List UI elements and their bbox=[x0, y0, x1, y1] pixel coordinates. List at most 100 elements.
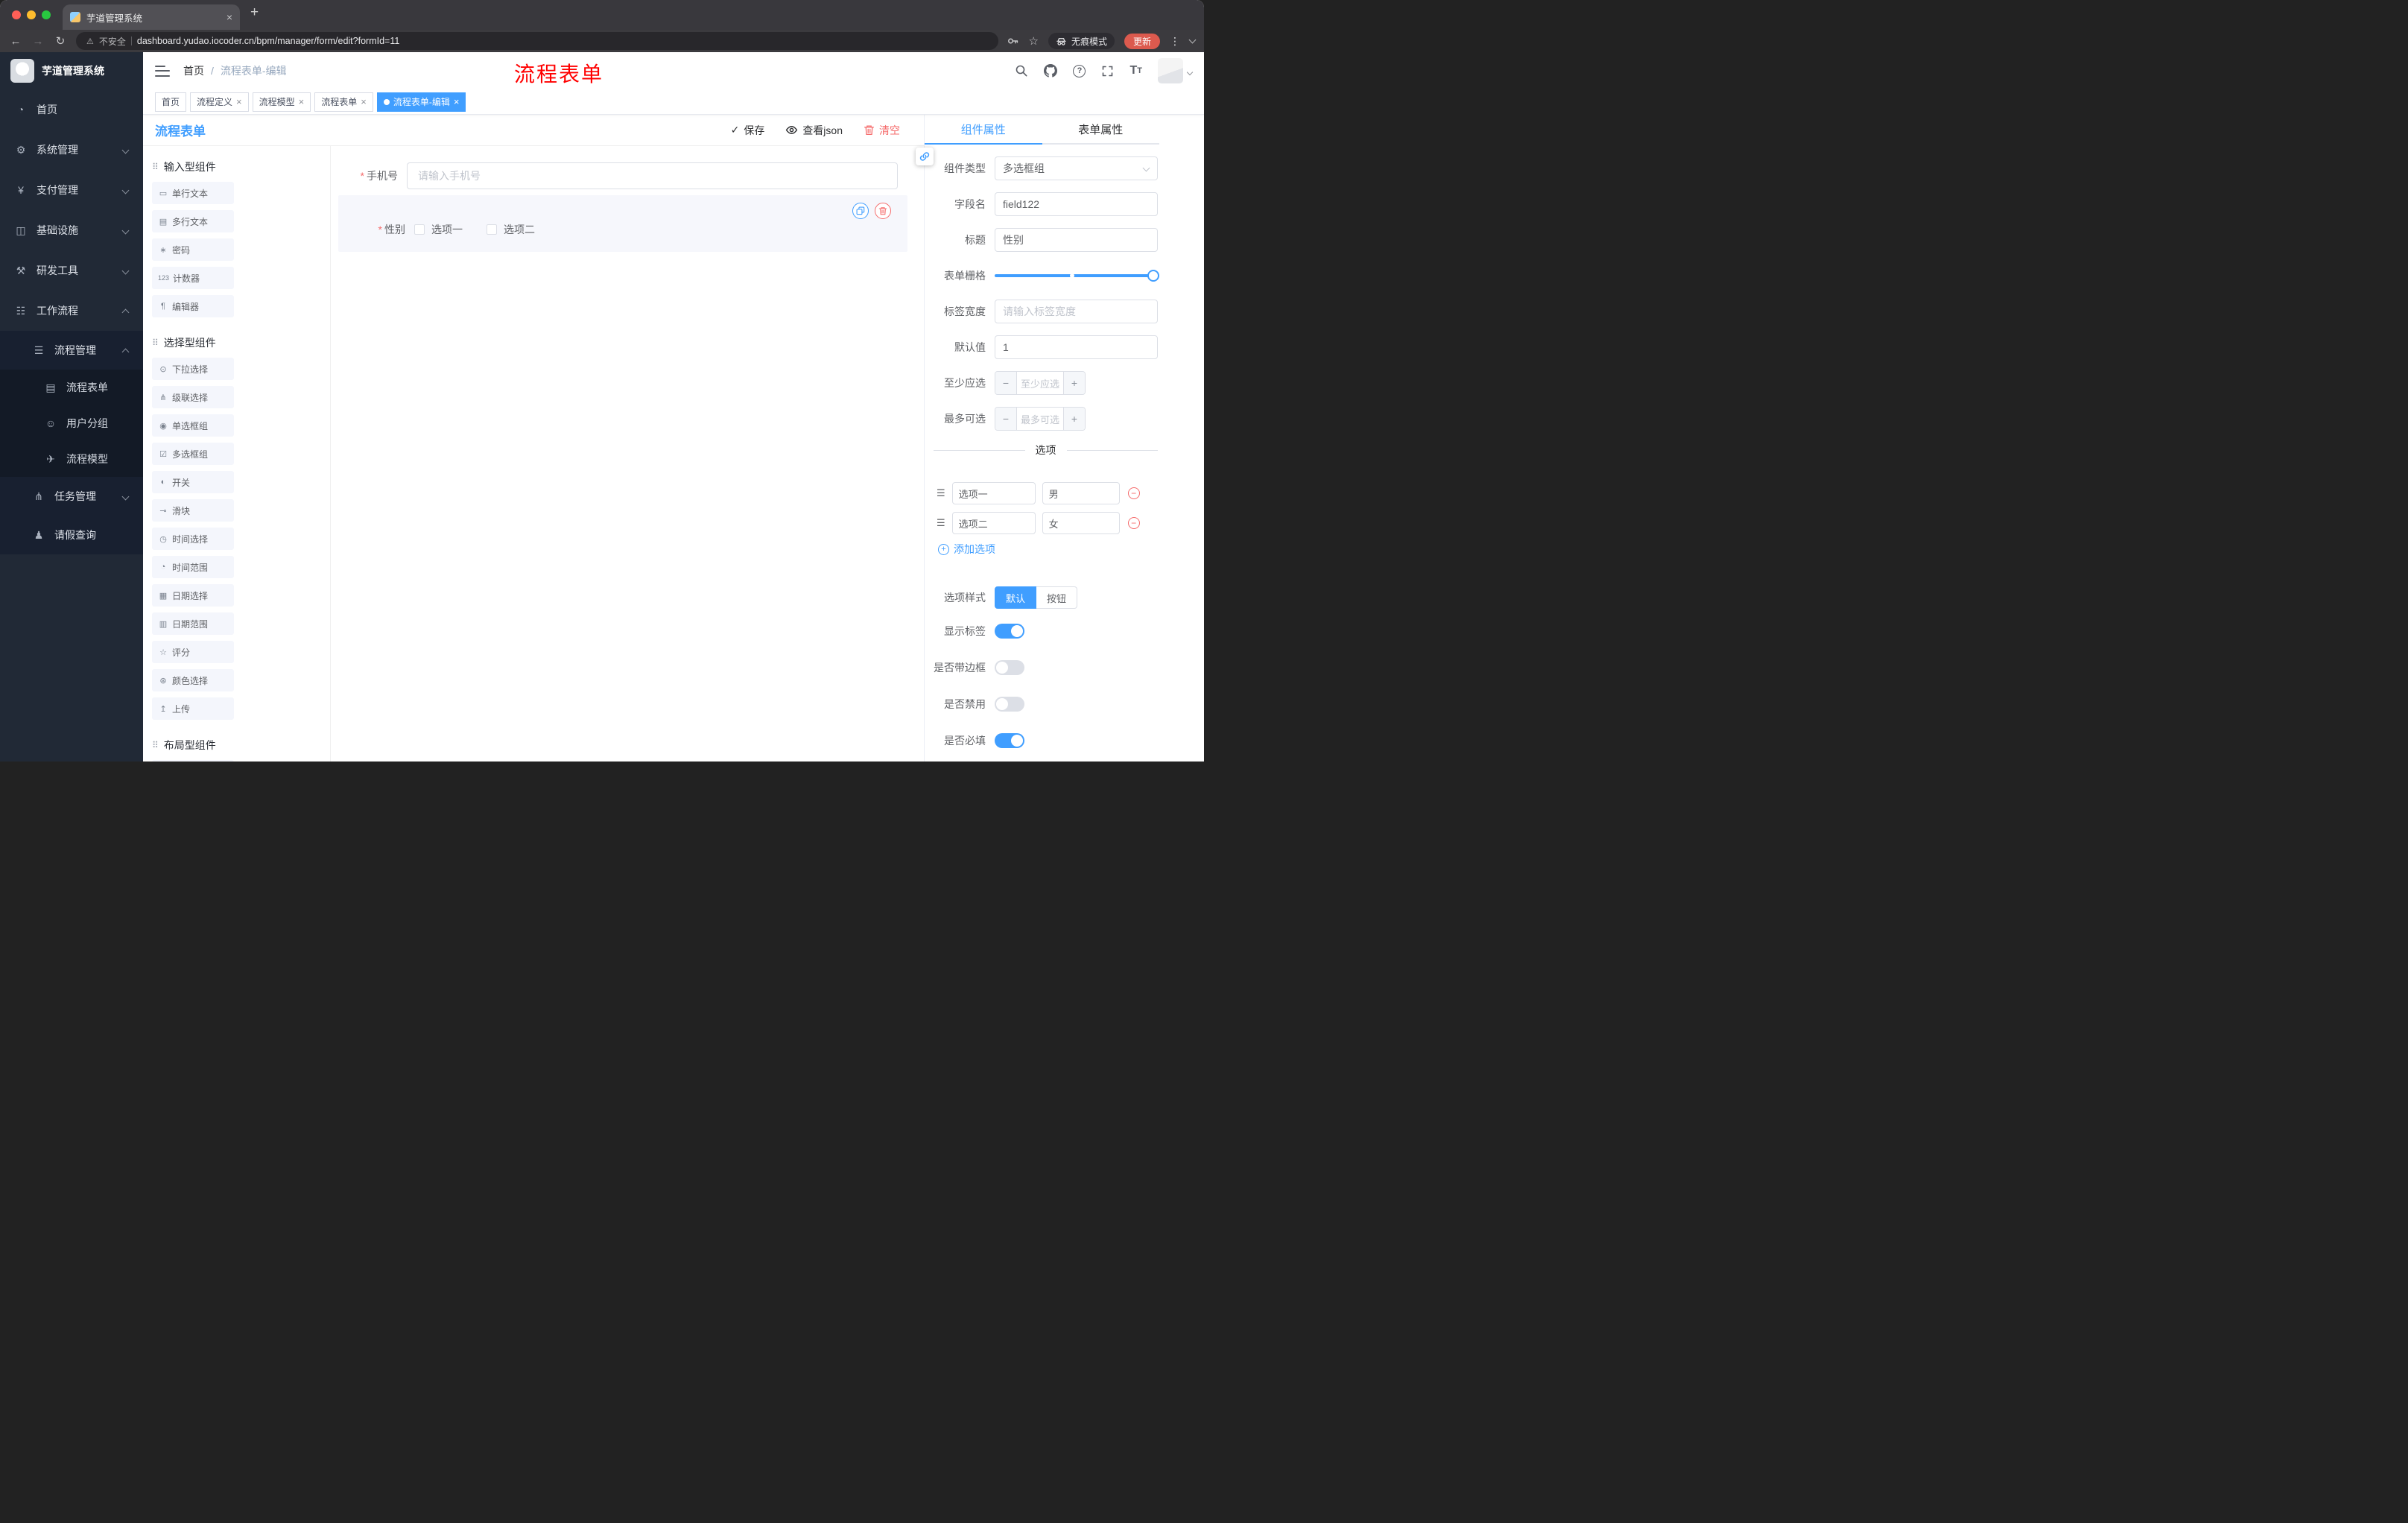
add-option-button[interactable]: + 添加选项 bbox=[938, 542, 1158, 557]
app-logo[interactable]: 芋道管理系统 bbox=[0, 52, 143, 89]
increase-button[interactable]: + bbox=[1063, 372, 1085, 394]
close-icon[interactable]: × bbox=[361, 97, 367, 107]
palette-item-single-text[interactable]: ▭ 单行文本 bbox=[152, 182, 234, 204]
style-button-button[interactable]: 按钮 bbox=[1036, 586, 1078, 609]
palette-item-date-picker[interactable]: ▦ 日期选择 bbox=[152, 584, 234, 607]
palette-item-cascader[interactable]: ⋔ 级联选择 bbox=[152, 386, 234, 408]
reload-icon[interactable]: ↻ bbox=[54, 34, 67, 48]
default-value-input[interactable] bbox=[995, 335, 1158, 359]
palette-item-checkbox-group[interactable]: ☑ 多选框组 bbox=[152, 443, 234, 465]
decrease-button[interactable]: − bbox=[995, 408, 1017, 430]
sidebar-item-process-management[interactable]: ☰ 流程管理 bbox=[0, 331, 143, 370]
palette-item-time-picker[interactable]: ◷ 时间选择 bbox=[152, 528, 234, 550]
sidebar-item-system[interactable]: ⚙ 系统管理 bbox=[0, 130, 143, 170]
border-toggle[interactable] bbox=[995, 660, 1024, 675]
title-input[interactable] bbox=[995, 228, 1158, 252]
browser-menu-icon[interactable]: ⋮ bbox=[1170, 35, 1180, 48]
form-canvas[interactable]: 手机号 bbox=[331, 146, 924, 762]
tag-process-form-edit[interactable]: 流程表单-编辑 × bbox=[376, 92, 466, 112]
chevron-down-icon[interactable] bbox=[1188, 36, 1197, 44]
tab-component-props[interactable]: 组件属性 bbox=[925, 115, 1042, 145]
link-icon[interactable] bbox=[916, 148, 934, 165]
label-width-input[interactable] bbox=[995, 300, 1158, 323]
gender-option1-checkbox[interactable]: 选项一 bbox=[414, 222, 463, 237]
tag-home[interactable]: 首页 bbox=[155, 92, 187, 112]
option-name-input[interactable] bbox=[951, 482, 1036, 504]
tag-process-definition[interactable]: 流程定义 × bbox=[190, 92, 249, 112]
palette-item-editor[interactable]: ¶ 编辑器 bbox=[152, 295, 234, 317]
decrease-button[interactable]: − bbox=[995, 372, 1017, 394]
sidebar-item-process-form[interactable]: ▤ 流程表单 bbox=[0, 370, 143, 405]
sidebar-item-devtools[interactable]: ⚒ 研发工具 bbox=[0, 250, 143, 291]
fullscreen-icon[interactable] bbox=[1101, 65, 1114, 77]
browser-tab[interactable]: 芋道管理系统 × bbox=[63, 4, 240, 30]
remove-option-icon[interactable]: − bbox=[1127, 517, 1140, 529]
help-icon[interactable]: ? bbox=[1073, 64, 1086, 77]
option-value-input[interactable] bbox=[1042, 482, 1120, 504]
tag-process-form[interactable]: 流程表单 × bbox=[314, 92, 373, 112]
min-select-value[interactable]: 至少应选 bbox=[1017, 372, 1063, 394]
form-grid-slider[interactable] bbox=[995, 264, 1159, 288]
field-name-input[interactable] bbox=[995, 192, 1158, 216]
option-name-input[interactable] bbox=[951, 512, 1036, 534]
disabled-toggle[interactable] bbox=[995, 697, 1024, 712]
phone-field-input[interactable] bbox=[407, 162, 898, 189]
slider-handle[interactable] bbox=[1147, 270, 1159, 282]
sidebar-item-process-model[interactable]: ✈ 流程模型 bbox=[0, 441, 143, 477]
update-button[interactable]: 更新 bbox=[1124, 33, 1160, 49]
style-default-button[interactable]: 默认 bbox=[995, 586, 1037, 609]
sidebar-item-task-management[interactable]: ⋔ 任务管理 bbox=[0, 477, 143, 516]
sidebar-toggle-icon[interactable] bbox=[155, 65, 170, 77]
sidebar-item-workflow[interactable]: ☷ 工作流程 bbox=[0, 291, 143, 331]
sidebar-item-home[interactable]: ◔ 首页 bbox=[0, 89, 143, 130]
tab-form-props[interactable]: 表单属性 bbox=[1042, 115, 1160, 143]
palette-item-counter[interactable]: 123 计数器 bbox=[152, 267, 234, 289]
selected-checkbox-widget[interactable]: 性别 选项一 选项二 bbox=[338, 195, 907, 252]
clear-button[interactable]: 清空 bbox=[864, 123, 900, 138]
close-icon[interactable]: × bbox=[299, 97, 305, 107]
palette-item-upload[interactable]: ↥ 上传 bbox=[152, 697, 234, 720]
component-type-select[interactable]: 多选框组 bbox=[995, 156, 1158, 180]
gender-option2-checkbox[interactable]: 选项二 bbox=[487, 222, 535, 237]
sidebar-item-user-group[interactable]: ☺ 用户分组 bbox=[0, 405, 143, 441]
palette-item-select[interactable]: ⊙ 下拉选择 bbox=[152, 358, 234, 380]
view-json-button[interactable]: 查看json bbox=[785, 123, 843, 138]
palette-item-row-container[interactable]: ▣行容器 bbox=[152, 760, 234, 762]
url-field[interactable]: ⚠ 不安全 dashboard.yudao.iocoder.cn/bpm/man… bbox=[76, 32, 998, 50]
palette-item-password[interactable]: ∗ 密码 bbox=[152, 238, 234, 261]
increase-button[interactable]: + bbox=[1063, 408, 1085, 430]
close-icon[interactable]: × bbox=[454, 97, 460, 107]
new-tab-button[interactable]: + bbox=[250, 4, 259, 21]
palette-item-radio-group[interactable]: ◉ 单选框组 bbox=[152, 414, 234, 437]
minimize-window-button[interactable] bbox=[27, 10, 36, 19]
search-icon[interactable] bbox=[1015, 64, 1028, 77]
maximize-window-button[interactable] bbox=[42, 10, 51, 19]
copy-widget-button[interactable] bbox=[852, 203, 869, 219]
close-icon[interactable]: × bbox=[236, 97, 242, 107]
sidebar-item-leave-query[interactable]: ♟ 请假查询 bbox=[0, 516, 143, 554]
breadcrumb-home[interactable]: 首页 bbox=[183, 63, 204, 78]
sidebar-item-infrastructure[interactable]: ◫ 基础设施 bbox=[0, 210, 143, 250]
tag-process-model[interactable]: 流程模型 × bbox=[252, 92, 311, 112]
palette-item-rate[interactable]: ☆ 评分 bbox=[152, 641, 234, 663]
remove-option-icon[interactable]: − bbox=[1127, 487, 1140, 499]
palette-item-switch[interactable]: ◐ 开关 bbox=[152, 471, 234, 493]
tab-close-icon[interactable]: × bbox=[226, 11, 232, 23]
save-button[interactable]: ✓ 保存 bbox=[731, 123, 765, 138]
back-icon[interactable]: ← bbox=[9, 35, 22, 48]
forward-icon[interactable]: → bbox=[31, 35, 45, 48]
avatar[interactable] bbox=[1158, 58, 1194, 83]
palette-item-date-range[interactable]: ▥ 日期范围 bbox=[152, 612, 234, 635]
sidebar-item-payment[interactable]: ¥ 支付管理 bbox=[0, 170, 143, 210]
password-key-icon[interactable] bbox=[1007, 35, 1019, 47]
max-select-value[interactable]: 最多可选 bbox=[1017, 408, 1063, 430]
drag-handle-icon[interactable]: ☰ bbox=[937, 517, 945, 529]
option-value-input[interactable] bbox=[1042, 512, 1120, 534]
required-toggle[interactable] bbox=[995, 733, 1024, 748]
drag-handle-icon[interactable]: ☰ bbox=[937, 487, 945, 499]
delete-widget-button[interactable] bbox=[875, 203, 891, 219]
palette-item-color-picker[interactable]: ⊛ 颜色选择 bbox=[152, 669, 234, 691]
bookmark-star-icon[interactable]: ☆ bbox=[1029, 34, 1039, 48]
font-size-icon[interactable]: TT bbox=[1129, 64, 1142, 77]
github-icon[interactable] bbox=[1044, 64, 1058, 77]
